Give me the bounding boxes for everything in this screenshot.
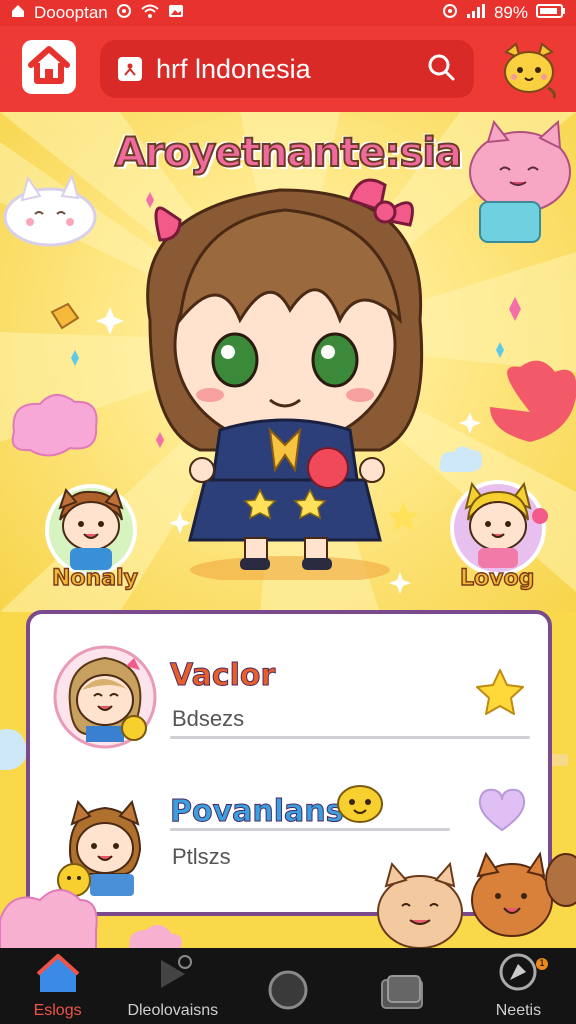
- home-icon: [36, 954, 80, 998]
- lovog-label: Lovog: [459, 565, 535, 591]
- compass-icon: [496, 950, 540, 998]
- wifi-icon: [140, 3, 160, 24]
- cards-icon: [378, 972, 428, 1016]
- battery-percent: 89%: [493, 3, 528, 22]
- app-logo-icon: [118, 57, 142, 81]
- character-list-card: Vaclor Bdsezs Povanlans Ptlszs: [26, 610, 552, 916]
- vaclor-avatar: [53, 645, 157, 749]
- nav-item-record[interactable]: [230, 948, 345, 1024]
- nav-item-home[interactable]: Eslogs: [0, 948, 115, 1024]
- location-icon: [442, 3, 458, 24]
- nav-item-videos[interactable]: Dleolovaisns: [115, 948, 230, 1024]
- yellow-chick-sticker: [337, 785, 383, 823]
- nonaly-character-avatar[interactable]: [36, 480, 146, 580]
- carrier-name: Doooptan: [34, 3, 108, 22]
- nav-label: Dleolovaisns: [127, 1002, 219, 1019]
- bottom-navigation: Eslogs Dleolovaisns 1 Neetis: [0, 948, 576, 1024]
- favorite-star-icon[interactable]: [472, 666, 528, 722]
- battery-icon: [536, 3, 566, 24]
- progress-line: [170, 828, 450, 831]
- list-item[interactable]: Povanlans Ptlszs: [30, 764, 548, 912]
- nav-item-library[interactable]: [346, 948, 461, 1024]
- list-item[interactable]: Vaclor Bdsezs: [30, 614, 548, 764]
- list-item-name: Povanlans: [170, 794, 344, 830]
- sync-icon: [116, 3, 132, 24]
- list-item-subtitle: Ptlszs: [172, 844, 231, 869]
- nav-label: Eslogs: [33, 1002, 82, 1019]
- lovog-character-avatar[interactable]: [440, 474, 555, 579]
- app-header: hrf lndonesia: [0, 26, 576, 112]
- home-icon: [28, 45, 70, 89]
- list-item-name: Vaclor: [169, 658, 276, 694]
- record-icon: [266, 968, 310, 1016]
- profile-cat-avatar[interactable]: [498, 38, 560, 100]
- search-icon[interactable]: [426, 52, 456, 86]
- notification-icon: [10, 3, 26, 24]
- progress-line: [170, 736, 530, 739]
- heart-bubble-icon: [478, 788, 526, 832]
- chibi-girl-illustration: [146, 178, 424, 580]
- notification-badge: 1: [536, 958, 549, 970]
- signal-icon: [466, 3, 486, 24]
- status-bar: Doooptan 89%: [0, 0, 576, 26]
- image-icon: [168, 3, 184, 24]
- nav-label: Neetis: [495, 1002, 542, 1019]
- povanlans-avatar: [57, 799, 142, 897]
- home-button[interactable]: [22, 40, 76, 94]
- play-icon: [151, 954, 195, 998]
- hero-banner: Aroyetnante:sia Nonaly Lovog: [0, 112, 576, 612]
- search-query: hrf lndonesia: [156, 53, 311, 84]
- list-item-subtitle: Bdsezs: [172, 706, 245, 731]
- nonaly-label: Nonaly: [51, 565, 138, 591]
- nav-item-news[interactable]: 1 Neetis: [461, 948, 576, 1024]
- search-bar[interactable]: hrf lndonesia: [100, 40, 474, 98]
